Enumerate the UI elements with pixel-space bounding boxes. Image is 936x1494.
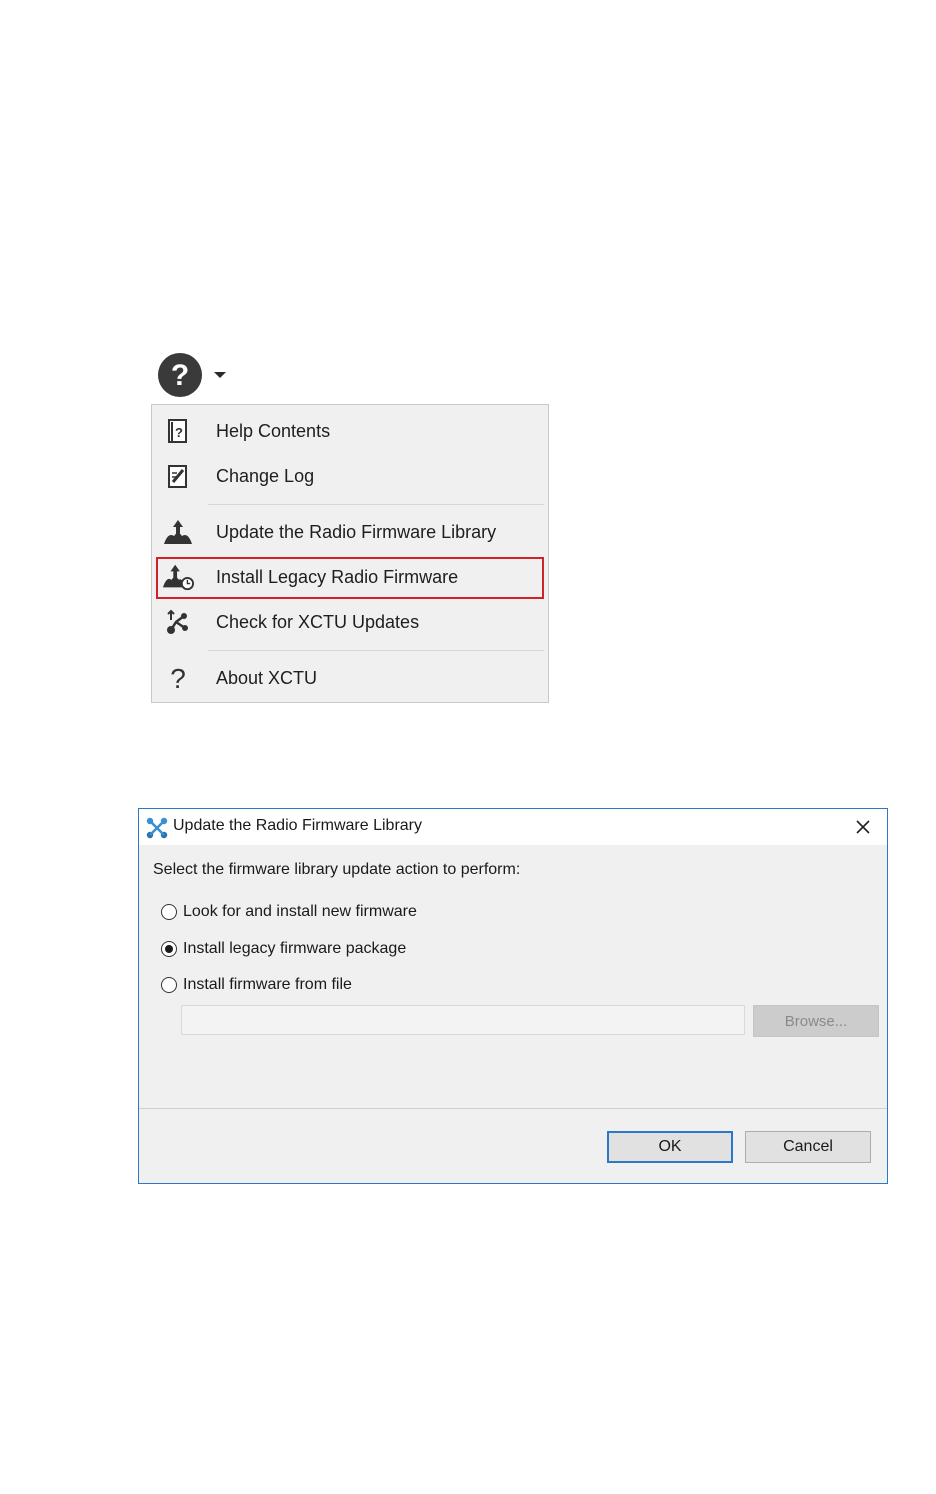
radio-label: Install legacy firmware package (183, 940, 407, 957)
svg-text:?: ? (170, 664, 186, 692)
svg-text:?: ? (175, 425, 183, 440)
help-dropdown-menu: ? Help Contents Change Log Update the Ra… (151, 404, 549, 703)
xctu-app-icon (145, 816, 169, 840)
ok-button[interactable]: OK (607, 1131, 733, 1163)
menu-item-update-firmware-library[interactable]: Update the Radio Firmware Library (152, 510, 548, 554)
radio-look-for-new-firmware[interactable]: Look for and install new firmware (161, 901, 417, 923)
radio-selected-dot (165, 945, 173, 953)
menu-divider (208, 504, 544, 505)
menu-item-label: About XCTU (216, 667, 318, 688)
radio-button[interactable] (161, 977, 177, 993)
radio-install-from-file[interactable]: Install firmware from file (161, 974, 352, 996)
menu-item-label: Install Legacy Radio Firmware (216, 566, 459, 587)
menu-item-change-log[interactable]: Change Log (152, 454, 548, 498)
dialog-instruction: Select the firmware library update actio… (153, 861, 521, 878)
menu-item-help-contents[interactable]: ? Help Contents (152, 409, 548, 453)
radio-button[interactable] (161, 904, 177, 920)
dialog-titlebar: Update the Radio Firmware Library (139, 809, 887, 845)
radio-label: Install firmware from file (183, 976, 352, 993)
close-icon[interactable] (849, 813, 877, 841)
xctu-updates-icon (162, 606, 194, 638)
firmware-library-dialog: Update the Radio Firmware Library Select… (138, 808, 888, 1184)
dialog-footer-divider (139, 1108, 887, 1109)
menu-item-check-xctu-updates[interactable]: Check for XCTU Updates (152, 600, 548, 644)
changelog-icon (162, 460, 194, 492)
chevron-down-icon (214, 372, 226, 378)
file-path-input[interactable] (181, 1005, 745, 1035)
cancel-button[interactable]: Cancel (745, 1131, 871, 1163)
menu-item-install-legacy-firmware[interactable]: Install Legacy Radio Firmware (152, 555, 548, 599)
question-icon: ? (162, 662, 194, 694)
menu-item-label: Check for XCTU Updates (216, 611, 420, 632)
menu-divider (208, 650, 544, 651)
svg-text:?: ? (171, 359, 189, 392)
legacy-firmware-icon (162, 561, 194, 593)
menu-item-label: Update the Radio Firmware Library (216, 521, 497, 542)
radio-label: Look for and install new firmware (183, 903, 417, 920)
dialog-title: Update the Radio Firmware Library (173, 817, 422, 834)
help-icon: ? (158, 353, 202, 397)
help-menu-button[interactable]: ? (158, 352, 232, 398)
firmware-update-icon (162, 516, 194, 548)
radio-install-legacy-package[interactable]: Install legacy firmware package (161, 938, 406, 960)
help-book-icon: ? (162, 415, 194, 447)
radio-button[interactable] (161, 941, 177, 957)
browse-button[interactable]: Browse... (753, 1005, 879, 1037)
menu-item-about-xctu[interactable]: ? About XCTU (152, 656, 548, 700)
menu-item-label: Help Contents (216, 420, 331, 441)
menu-item-label: Change Log (216, 465, 315, 486)
